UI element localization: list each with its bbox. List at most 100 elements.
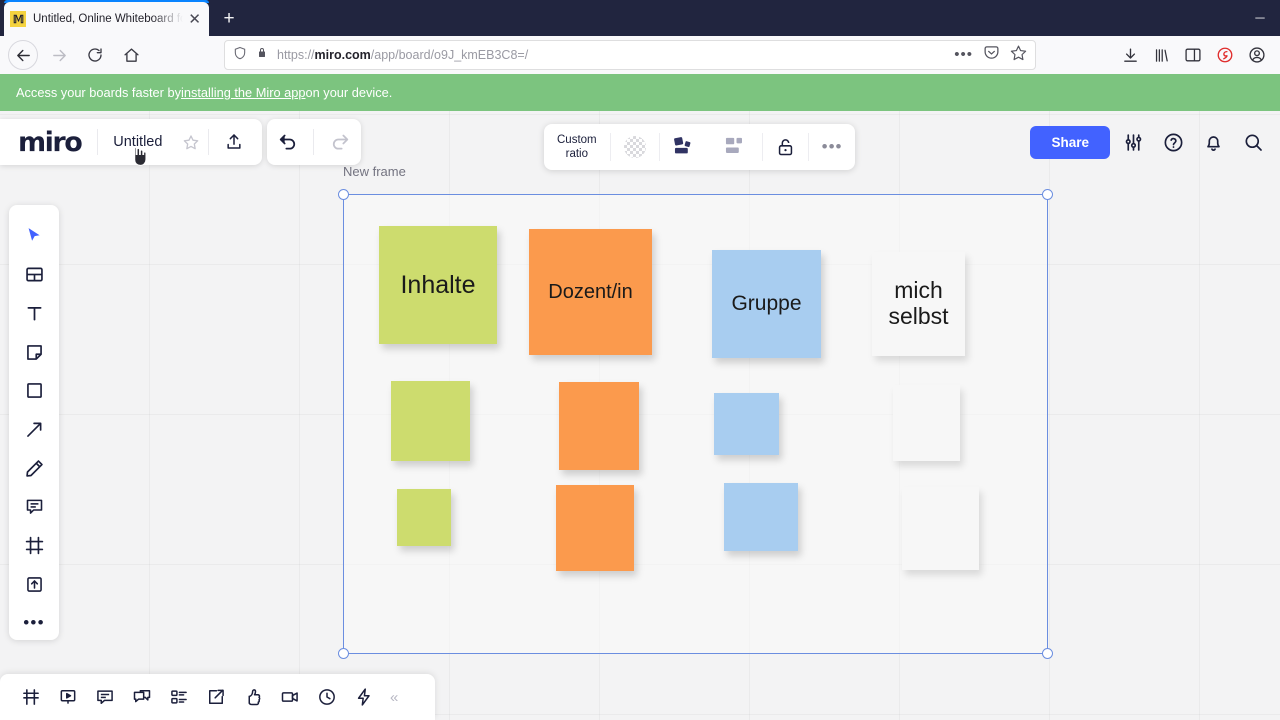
connector-tool[interactable] [16, 412, 52, 447]
install-app-banner: Access your boards faster by installing … [0, 74, 1280, 111]
frames-panel[interactable] [14, 680, 48, 714]
cards-panel[interactable] [162, 680, 196, 714]
settings-sliders-icon[interactable] [1116, 125, 1150, 159]
collapse-toolbar-button[interactable]: « [390, 689, 398, 706]
custom-ratio-button[interactable]: Custom ratio [544, 124, 610, 170]
library-icon[interactable] [1153, 47, 1170, 64]
transparency-button[interactable] [611, 124, 659, 170]
browser-titlebar: 𝕄 Untitled, Online Whiteboard for ✕ + ─ [0, 0, 1280, 36]
sticky-white-2[interactable] [893, 385, 960, 461]
custom-ratio-line2: ratio [565, 148, 588, 160]
sticky-blue-2[interactable] [714, 393, 779, 455]
sticky-white-3[interactable] [902, 487, 979, 570]
divider [208, 129, 210, 155]
presentation-icon [60, 690, 76, 704]
resize-handle-bottom-left[interactable] [338, 648, 349, 659]
install-miro-app-link[interactable]: installing the Miro app [181, 85, 305, 100]
downloads-icon[interactable] [1122, 47, 1139, 64]
sticky-mich-selbst[interactable]: mich selbst [872, 252, 965, 356]
sticky-green-3[interactable] [397, 489, 451, 546]
browser-toolbar-icons [1122, 40, 1272, 70]
frame-more-options-button[interactable]: ••• [809, 124, 856, 170]
bookmark-star-icon[interactable] [1010, 44, 1027, 66]
lock-frame-button[interactable] [763, 124, 808, 170]
search-icon[interactable] [1236, 125, 1270, 159]
frame-label[interactable]: New frame [343, 164, 406, 179]
sticky-note-text: Gruppe [731, 292, 802, 316]
frame-layout-icon [673, 137, 691, 154]
url-bar[interactable]: https://miro.com/app/board/o9J_kmEB3C8=/… [224, 40, 1036, 70]
frame-layout-button[interactable] [660, 124, 711, 170]
url-text[interactable]: https://miro.com/app/board/o9J_kmEB3C8=/ [277, 48, 954, 62]
presentation-mode[interactable] [51, 680, 85, 714]
video-chat[interactable] [273, 680, 307, 714]
comment-tool[interactable] [16, 489, 52, 524]
sticky-note-text: Dozent/in [548, 280, 633, 303]
frames-icon [23, 689, 39, 705]
more-tools[interactable]: ••• [16, 605, 52, 640]
save-to-pocket-icon[interactable] [983, 44, 1000, 66]
comment-list-icon [97, 690, 113, 704]
miro-favicon-icon: 𝕄 [10, 11, 26, 27]
sticky-note-icon [26, 344, 42, 360]
tracking-shield-icon[interactable] [233, 45, 247, 66]
resize-handle-top-left[interactable] [338, 189, 349, 200]
account-icon[interactable] [1248, 46, 1266, 64]
pen-icon [25, 459, 43, 477]
sticky-orange-3[interactable] [556, 485, 634, 571]
cursor-icon [28, 228, 40, 242]
sticky-green-2[interactable] [391, 381, 470, 461]
frame-grid-button[interactable] [711, 124, 762, 170]
sticky-gruppe[interactable]: Gruppe [712, 250, 821, 358]
voting[interactable] [236, 680, 270, 714]
chat-panel[interactable] [125, 680, 159, 714]
export-upload-icon[interactable] [217, 125, 251, 159]
sticky-note-text: Inhalte [400, 271, 476, 299]
sidebar-icon[interactable] [1184, 47, 1202, 63]
export-board[interactable] [199, 680, 233, 714]
padlock-icon [256, 45, 268, 65]
text-tool[interactable] [16, 296, 52, 331]
help-icon[interactable] [1156, 125, 1190, 159]
notifications-bell-icon[interactable] [1196, 125, 1230, 159]
attention-management[interactable] [347, 680, 381, 714]
tab-title: Untitled, Online Whiteboard for [33, 13, 187, 25]
sticky-note-tool[interactable] [16, 335, 52, 370]
frame-grid-icon [725, 137, 742, 153]
browser-window: 𝕄 Untitled, Online Whiteboard for ✕ + ─ … [0, 0, 1280, 720]
card-list-icon [171, 690, 187, 704]
shapes-tool[interactable] [16, 374, 52, 409]
board-title[interactable]: Untitled [98, 134, 174, 166]
bottom-toolbar: « [0, 674, 435, 720]
select-tool[interactable] [16, 219, 52, 254]
new-tab-button[interactable]: + [216, 6, 242, 32]
redo-button[interactable] [323, 125, 357, 159]
board-header-left: miro Untitled [0, 119, 262, 166]
home-icon[interactable] [116, 40, 146, 70]
resize-handle-top-right[interactable] [1042, 189, 1053, 200]
undo-redo-group [267, 119, 361, 165]
sticky-inhalte[interactable]: Inhalte [379, 226, 497, 344]
sticky-blue-3[interactable] [724, 483, 798, 551]
sticky-dozentin[interactable]: Dozent/in [529, 229, 652, 355]
browser-tab[interactable]: 𝕄 Untitled, Online Whiteboard for ✕ [4, 2, 209, 36]
miro-logo[interactable]: miro [0, 127, 97, 158]
timer[interactable] [310, 680, 344, 714]
templates-tool[interactable] [16, 258, 52, 293]
favorite-star-icon[interactable] [174, 125, 208, 159]
resize-handle-bottom-right[interactable] [1042, 648, 1053, 659]
share-button[interactable]: Share [1030, 125, 1110, 159]
sticky-orange-2[interactable] [559, 382, 639, 470]
comments-panel[interactable] [88, 680, 122, 714]
frame-tool[interactable] [16, 528, 52, 563]
reload-icon[interactable] [80, 40, 110, 70]
close-tab-icon[interactable]: ✕ [186, 12, 203, 27]
upload-tool[interactable] [16, 567, 52, 602]
forward-arrow-icon[interactable] [44, 40, 74, 70]
undo-button[interactable] [271, 125, 305, 159]
back-arrow-icon[interactable] [8, 40, 38, 70]
miro-header: miro Untitled Custom ratio ••• Share [0, 119, 1280, 170]
window-minimize-button[interactable]: ─ [1252, 10, 1268, 26]
container-tabs-icon[interactable] [1216, 46, 1234, 64]
pen-tool[interactable] [16, 451, 52, 486]
